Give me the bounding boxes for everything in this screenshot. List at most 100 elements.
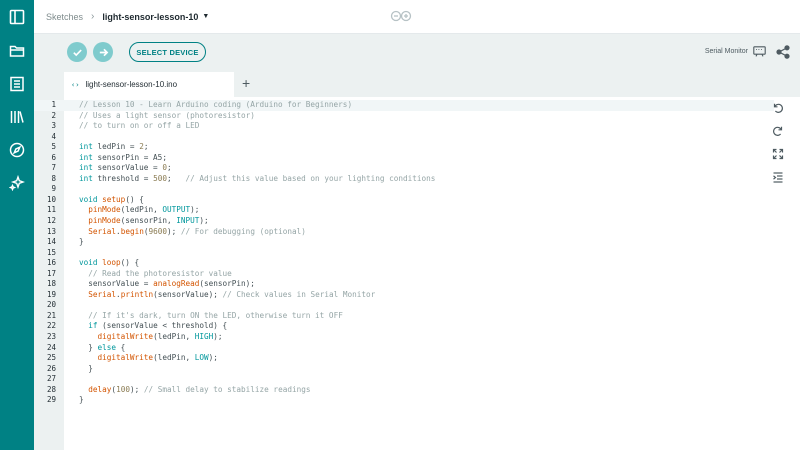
- sidebar-item-sketches[interactable]: [0, 36, 34, 66]
- code-text: // Lesson 10 - Learn Arduino coding (Ard…: [79, 100, 353, 109]
- code-text: } else {: [79, 342, 126, 352]
- code-line[interactable]: 13 Serial.begin(9600); // For debugging …: [34, 227, 774, 238]
- sidebar-item-ai-assistant[interactable]: [0, 168, 34, 198]
- code-line[interactable]: 8 int threshold = 500; // Adjust this val…: [34, 174, 774, 185]
- code-text: // If it's dark, turn ON the LED, otherw…: [88, 310, 343, 320]
- code-text: // to turn on or off a LED: [79, 121, 200, 131]
- code-lines: 1 // Lesson 10 - Learn Arduino coding (Ar…: [34, 100, 774, 406]
- line-number: 10: [46, 194, 56, 204]
- upload-button[interactable]: [93, 42, 113, 62]
- code-line[interactable]: 14}: [34, 237, 774, 248]
- code-line[interactable]: 26 }: [34, 364, 774, 375]
- select-device-button[interactable]: SELECT DEVICE: [129, 42, 206, 62]
- undo-icon: [773, 103, 783, 113]
- arduino-logo-icon: [390, 10, 412, 22]
- code-line[interactable]: 29}: [34, 395, 774, 406]
- line-number: 27: [46, 374, 56, 384]
- line-number: 18: [46, 279, 56, 289]
- indent-button[interactable]: [772, 170, 784, 183]
- code-line[interactable]: 3 // to turn on or off a LED: [34, 121, 774, 132]
- redo-icon: [773, 126, 783, 136]
- code-line[interactable]: 21 // If it's dark, turn ON the LED, oth…: [34, 311, 774, 322]
- expand-icon: [772, 148, 784, 160]
- code-line[interactable]: 2 // Uses a light sensor (photoresistor): [34, 111, 774, 122]
- code-text: // Read the photoresistor value: [88, 268, 232, 278]
- code-line[interactable]: 9: [34, 184, 774, 195]
- code-line[interactable]: 28 delay(100); // Small delay to stabili…: [34, 385, 774, 396]
- line-number: 29: [46, 395, 56, 405]
- library-icon: [10, 111, 24, 123]
- line-number: 2: [51, 110, 56, 120]
- tab-light-sensor-lesson-10-ino[interactable]: ‹› light-sensor-lesson-10.ino: [64, 72, 234, 97]
- tab-bar: ‹› light-sensor-lesson-10.ino +: [34, 70, 800, 97]
- redo-button[interactable]: [772, 124, 784, 136]
- line-number: 28: [46, 384, 56, 394]
- code-text: }: [79, 237, 84, 247]
- add-tab-button[interactable]: +: [242, 74, 250, 92]
- code-text: }: [79, 363, 93, 373]
- arrow-right-icon: [99, 48, 108, 56]
- code-text: // Uses a light sensor (photoresistor): [79, 110, 255, 120]
- breadcrumb: Sketches › light-sensor-lesson-10 ▼: [46, 11, 209, 22]
- share-icon[interactable]: [776, 45, 790, 59]
- code-line[interactable]: 24 } else {: [34, 343, 774, 354]
- code-text: delay(100); // Small delay to stabilize …: [88, 384, 311, 394]
- panel-icon: [9, 9, 25, 25]
- breadcrumb-sketches-link[interactable]: Sketches: [46, 12, 83, 22]
- code-line[interactable]: 19 Serial.println(sensorValue); // Check…: [34, 290, 774, 301]
- serial-monitor-label: Serial Monitor: [704, 48, 748, 55]
- sidebar-item-libraries[interactable]: [0, 102, 34, 132]
- line-number: 21: [46, 310, 56, 320]
- code-line[interactable]: 23 digitalWrite(ledPin, HIGH);: [34, 332, 774, 343]
- code-line[interactable]: 7 int sensorValue = 0;: [34, 163, 774, 174]
- line-number: 14: [46, 237, 56, 247]
- tab-label: light-sensor-lesson-10.ino: [85, 80, 178, 89]
- line-number: 6: [51, 152, 56, 162]
- serial-monitor-icon: [753, 46, 766, 57]
- caret-down-icon[interactable]: ▼: [202, 13, 209, 20]
- line-number: 15: [46, 247, 56, 257]
- code-line[interactable]: 1 // Lesson 10 - Learn Arduino coding (Ar…: [34, 100, 774, 111]
- line-number: 26: [46, 363, 56, 373]
- code-line[interactable]: 16 void loop() {: [34, 258, 774, 269]
- line-number: 12: [46, 216, 56, 226]
- code-line[interactable]: 11 pinMode(ledPin, OUTPUT);: [34, 205, 774, 216]
- sidebar-item-reference[interactable]: [0, 135, 34, 165]
- line-number: 25: [46, 353, 56, 363]
- line-number: 4: [51, 131, 56, 141]
- code-line[interactable]: 5 int ledPin = 2;: [34, 142, 774, 153]
- line-number: 3: [51, 121, 56, 131]
- code-text: digitalWrite(ledPin, LOW);: [97, 353, 218, 363]
- undo-button[interactable]: [772, 101, 784, 113]
- code-line[interactable]: 27: [34, 374, 774, 385]
- code-line[interactable]: 22 if (sensorValue < threshold) {: [34, 321, 774, 332]
- code-text: digitalWrite(ledPin, HIGH);: [97, 332, 223, 342]
- sidebar-item-examples[interactable]: [0, 69, 34, 99]
- indent-icon: [773, 172, 783, 183]
- line-number: 24: [46, 342, 56, 352]
- compass-icon: [9, 142, 25, 158]
- line-number: 20: [46, 300, 56, 310]
- code-line[interactable]: 25 digitalWrite(ledPin, LOW);: [34, 353, 774, 364]
- editor-side-tools: [772, 101, 786, 193]
- code-line[interactable]: 12 pinMode(sensorPin, INPUT);: [34, 216, 774, 227]
- sketch-name[interactable]: light-sensor-lesson-10: [102, 12, 198, 22]
- verify-button[interactable]: [67, 42, 87, 62]
- code-file-icon: ‹›: [71, 80, 80, 89]
- serial-monitor-button[interactable]: Serial Monitor: [705, 46, 766, 57]
- code-editor[interactable]: 1 // Lesson 10 - Learn Arduino coding (Ar…: [34, 97, 800, 450]
- code-line[interactable]: 15: [34, 248, 774, 259]
- code-text: int sensorValue = 0;: [79, 163, 172, 173]
- code-line[interactable]: 4: [34, 132, 774, 143]
- code-line[interactable]: 17 // Read the photoresistor value: [34, 269, 774, 280]
- expand-editor-button[interactable]: [772, 147, 784, 160]
- chevron-right-icon: ›: [91, 11, 95, 22]
- code-line[interactable]: 18 sensorValue = analogRead(sensorPin);: [34, 279, 774, 290]
- code-text: int ledPin = 2;: [79, 142, 149, 152]
- sidebar-toggle-button[interactable]: [0, 2, 34, 32]
- code-line[interactable]: 10 void setup() {: [34, 195, 774, 206]
- code-line[interactable]: 6 int sensorPin = A5;: [34, 153, 774, 164]
- code-line[interactable]: 20: [34, 300, 774, 311]
- left-rail: [0, 0, 34, 450]
- line-number: 9: [51, 184, 56, 194]
